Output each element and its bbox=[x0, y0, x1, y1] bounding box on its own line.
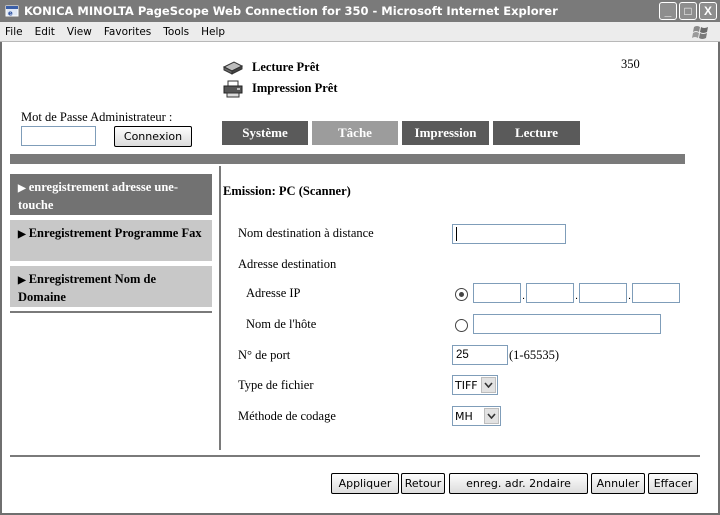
window-titlebar: e KONICA MINOLTA PageScope Web Connectio… bbox=[0, 0, 720, 22]
main-tabs: Système Tâche Impression Lecture bbox=[222, 121, 584, 145]
ip-octet-1-input[interactable] bbox=[473, 283, 521, 303]
ip-separator: . bbox=[522, 290, 526, 302]
cancel-button[interactable]: Annuler bbox=[591, 473, 645, 494]
chevron-down-icon bbox=[484, 408, 499, 424]
ip-octet-2-input[interactable] bbox=[526, 283, 574, 303]
menu-favorites[interactable]: Favorites bbox=[98, 26, 157, 38]
maximize-button[interactable]: □ bbox=[679, 2, 697, 20]
device-status: Lecture Prêt Impression Prêt bbox=[222, 57, 338, 99]
coding-method-label: Méthode de codage bbox=[238, 409, 336, 423]
menu-bar: File Edit View Favorites Tools Help bbox=[0, 22, 720, 42]
file-type-select[interactable]: TIFF bbox=[452, 375, 498, 395]
model-number: 350 bbox=[621, 57, 640, 71]
file-type-value: TIFF bbox=[455, 378, 478, 392]
apply-button[interactable]: Appliquer bbox=[331, 473, 399, 494]
printer-icon bbox=[222, 80, 246, 98]
ip-octet-4-input[interactable] bbox=[632, 283, 680, 303]
ip-separator: . bbox=[628, 290, 632, 302]
tab-lecture[interactable]: Lecture bbox=[493, 121, 580, 145]
play-arrow-icon: ▶ bbox=[18, 275, 26, 286]
close-button[interactable]: X bbox=[699, 2, 717, 20]
tab-systeme[interactable]: Système bbox=[222, 121, 308, 145]
remote-name-label: Nom destination à distance bbox=[238, 226, 374, 240]
form-title: Emission: PC (Scanner) bbox=[223, 184, 351, 198]
sidebar-divider bbox=[10, 311, 212, 313]
menu-view[interactable]: View bbox=[61, 26, 98, 38]
minimize-button[interactable]: _ bbox=[659, 2, 677, 20]
menu-edit[interactable]: Edit bbox=[29, 26, 61, 38]
ip-address-radio[interactable] bbox=[455, 288, 468, 301]
content-divider bbox=[219, 166, 221, 450]
play-arrow-icon: ▶ bbox=[18, 183, 26, 194]
ip-octet-3-input[interactable] bbox=[579, 283, 627, 303]
sidebar-item-label: Enregistrement Nom de Domaine bbox=[18, 272, 156, 304]
sidebar-item-label: Enregistrement Programme Fax bbox=[28, 226, 202, 240]
hostname-radio[interactable] bbox=[455, 319, 468, 332]
coding-method-value: MH bbox=[455, 409, 473, 423]
tab-impression[interactable]: Impression bbox=[402, 121, 489, 145]
radio-selected-dot bbox=[459, 292, 464, 297]
menu-help[interactable]: Help bbox=[195, 26, 231, 38]
clear-button[interactable]: Effacer bbox=[648, 473, 698, 494]
window-title: KONICA MINOLTA PageScope Web Connection … bbox=[24, 4, 558, 18]
chevron-down-icon bbox=[481, 377, 496, 393]
sidebar-item-one-touch[interactable]: ▶ enregistrement adresse une-touche bbox=[10, 174, 212, 215]
windows-flag-icon bbox=[688, 23, 714, 41]
back-button[interactable]: Retour bbox=[401, 473, 445, 494]
scanner-status-text: Lecture Prêt bbox=[252, 60, 320, 74]
port-input[interactable]: 25 bbox=[452, 345, 508, 365]
port-range-hint: (1-65535) bbox=[509, 348, 559, 362]
admin-password-input[interactable] bbox=[21, 126, 96, 146]
header-divider bbox=[10, 154, 685, 164]
ip-address-label: Adresse IP bbox=[246, 286, 301, 300]
menu-tools[interactable]: Tools bbox=[157, 26, 195, 38]
tab-tache[interactable]: Tâche bbox=[312, 121, 398, 145]
hostname-input[interactable] bbox=[473, 314, 661, 334]
browser-icon: e bbox=[4, 3, 20, 19]
ip-separator: . bbox=[575, 290, 579, 302]
admin-password-label: Mot de Passe Administrateur : bbox=[21, 110, 173, 124]
sidebar-item-domain-name[interactable]: ▶ Enregistrement Nom de Domaine bbox=[10, 266, 212, 307]
sidebar-item-fax-program[interactable]: ▶ Enregistrement Programme Fax bbox=[10, 220, 212, 261]
remote-name-input[interactable] bbox=[452, 224, 566, 244]
hostname-label: Nom de l'hôte bbox=[246, 317, 317, 331]
port-label: N° de port bbox=[238, 348, 291, 362]
secondary-address-button[interactable]: enreg. adr. 2ndaire bbox=[449, 473, 588, 494]
menu-file[interactable]: File bbox=[0, 26, 29, 38]
text-caret bbox=[456, 227, 457, 241]
play-arrow-icon: ▶ bbox=[18, 229, 26, 240]
scanner-icon bbox=[222, 59, 246, 77]
login-button[interactable]: Connexion bbox=[114, 126, 192, 147]
svg-text:e: e bbox=[8, 10, 13, 18]
footer-divider bbox=[10, 455, 700, 457]
dest-address-label: Adresse destination bbox=[238, 257, 337, 271]
file-type-label: Type de fichier bbox=[238, 378, 314, 392]
printer-status-text: Impression Prêt bbox=[252, 81, 338, 95]
sidebar-item-label: enregistrement adresse une-touche bbox=[18, 180, 178, 212]
coding-method-select[interactable]: MH bbox=[452, 406, 501, 426]
